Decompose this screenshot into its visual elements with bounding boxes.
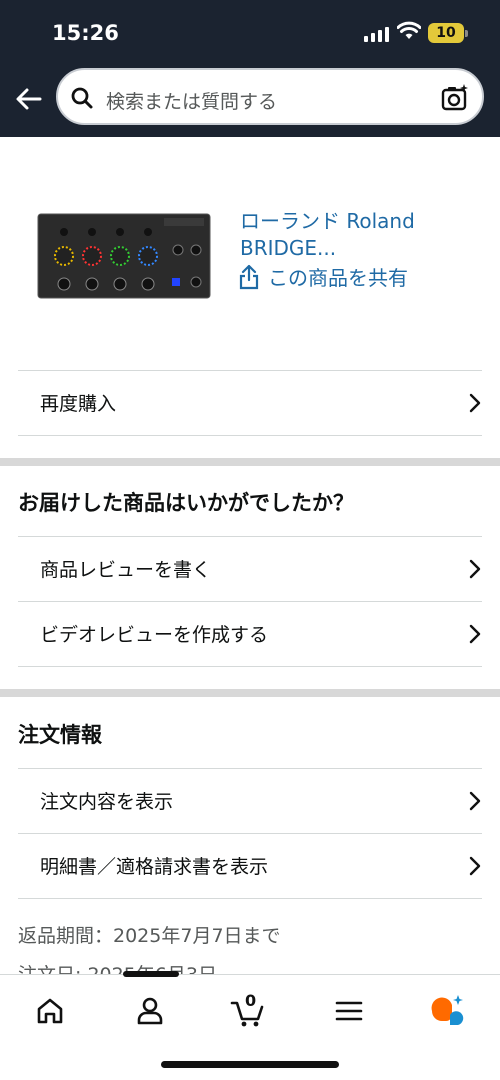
chevron-right-icon [469, 559, 481, 578]
view-order-details-label: 注文内容を表示 [40, 791, 174, 813]
divider [18, 898, 482, 899]
camera-search-icon[interactable] [441, 84, 469, 112]
chevron-right-icon [469, 791, 481, 810]
account-icon[interactable] [130, 991, 170, 1031]
view-invoice-row[interactable]: 明細書／適格請求書を表示 [18, 833, 482, 898]
write-review-label: 商品レビューを書く [40, 559, 212, 581]
home-icon[interactable] [30, 991, 70, 1031]
wifi-icon [397, 21, 421, 39]
buy-again-row[interactable]: 再度購入 [18, 370, 482, 435]
write-review-row[interactable]: 商品レビューを書く [18, 536, 482, 601]
product-image[interactable] [36, 210, 212, 302]
order-info-title: 注文情報 [18, 723, 102, 747]
share-label: この商品を共有 [268, 266, 408, 290]
view-order-details-row[interactable]: 注文内容を表示 [18, 768, 482, 833]
divider [18, 666, 482, 667]
search-bar[interactable]: 検索または質問する [56, 68, 484, 125]
back-arrow-icon[interactable] [14, 84, 44, 114]
chevron-right-icon [469, 624, 481, 643]
divider [18, 435, 482, 436]
status-time: 15:26 [52, 21, 119, 45]
section-separator [0, 689, 500, 697]
view-invoice-label: 明細書／適格請求書を表示 [40, 856, 269, 878]
cart-count: 0 [245, 991, 257, 1010]
buy-again-label: 再度購入 [40, 393, 117, 415]
cart-button[interactable]: 0 [228, 991, 268, 1031]
bottom-navigation: 0 [0, 971, 500, 1080]
status-bar: 15:26 10 [0, 0, 500, 68]
drag-handle[interactable] [123, 971, 179, 977]
search-placeholder: 検索または質問する [106, 91, 278, 113]
section-separator [0, 458, 500, 466]
product-title[interactable]: ローランド Roland BRIDGE... [240, 208, 470, 262]
share-icon [239, 264, 259, 289]
home-indicator[interactable] [161, 1061, 339, 1068]
rufus-icon[interactable] [428, 991, 468, 1031]
chevron-right-icon [469, 393, 481, 412]
video-review-label: ビデオレビューを作成する [40, 624, 269, 646]
cellular-signal-icon [364, 26, 389, 42]
chevron-right-icon [469, 856, 481, 875]
menu-icon[interactable] [329, 991, 369, 1031]
video-review-row[interactable]: ビデオレビューを作成する [18, 601, 482, 666]
search-icon [71, 87, 93, 109]
return-period: 返品期間：2025年7月7日まで [18, 925, 281, 947]
battery-icon: 10 [428, 23, 468, 43]
header: 15:26 10 検索または質問する [0, 0, 500, 137]
feedback-section-title: お届けした商品はいかがでしたか？ [18, 491, 354, 515]
share-product-link[interactable]: この商品を共有 [238, 262, 408, 291]
